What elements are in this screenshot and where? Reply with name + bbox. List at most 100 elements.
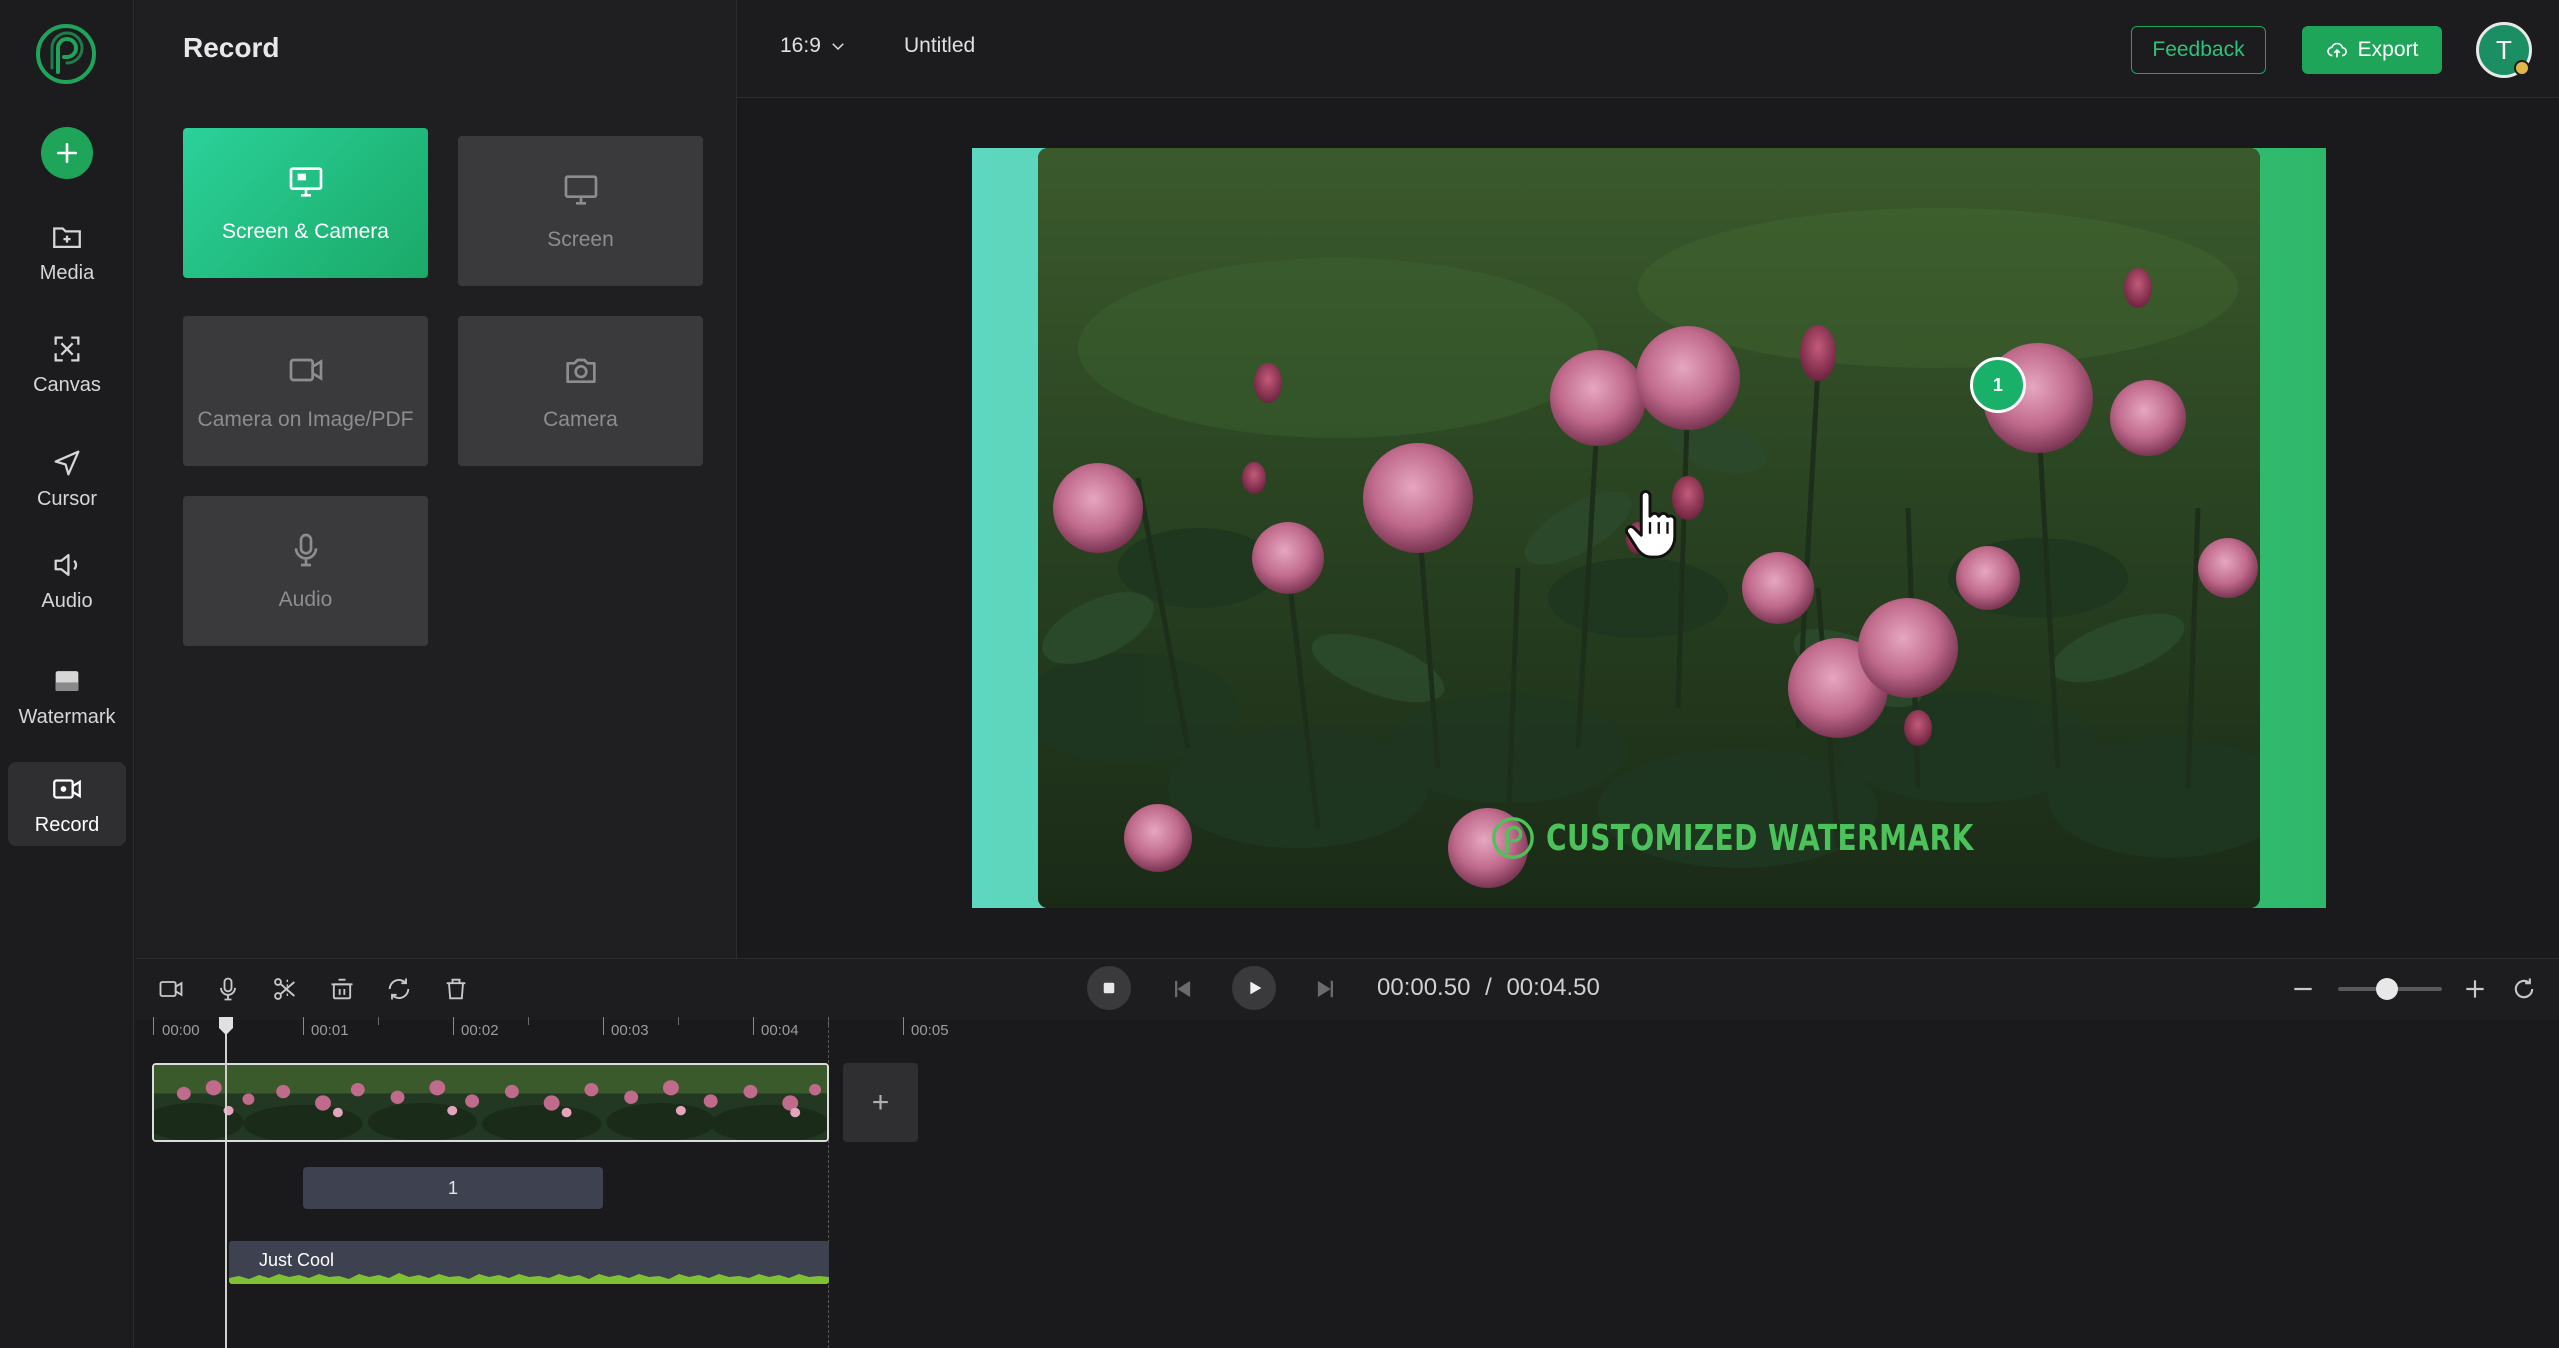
- monitor-icon: [564, 175, 597, 205]
- trim-icon: [331, 978, 353, 1000]
- ruler-label: 00:00: [162, 1022, 200, 1039]
- add-audio-button[interactable]: [210, 971, 246, 1007]
- video-camera-icon: [159, 981, 183, 997]
- video-clip[interactable]: [152, 1063, 829, 1142]
- zoom-out-button[interactable]: [2290, 976, 2316, 1002]
- feedback-button[interactable]: Feedback: [2131, 26, 2266, 74]
- record-option-camera[interactable]: Camera: [458, 316, 703, 466]
- avatar-initial: T: [2496, 34, 2512, 65]
- sidebar-item-label: Canvas: [33, 373, 101, 396]
- audio-waveform: [229, 1273, 829, 1284]
- play-icon: [1250, 981, 1262, 995]
- audio-clip[interactable]: Just Cool: [229, 1241, 829, 1284]
- add-clip-button[interactable]: +: [843, 1063, 918, 1142]
- record-option-camera-on-image[interactable]: Camera on Image/PDF: [183, 316, 428, 466]
- record-option-label: Audio: [278, 588, 333, 611]
- new-project-button[interactable]: [41, 127, 93, 179]
- click-marker-badge[interactable]: 1: [1970, 357, 2026, 413]
- sidebar-item-record[interactable]: Record: [8, 762, 126, 846]
- canvas-expand-icon: [54, 336, 80, 361]
- sidebar-item-label: Cursor: [36, 487, 97, 510]
- skip-forward-button[interactable]: [1312, 975, 1340, 1003]
- watermark-overlay[interactable]: CUSTOMIZED WATERMARK: [1490, 815, 2094, 861]
- plus-icon: [2466, 980, 2484, 998]
- ruler-tick: [453, 1017, 454, 1035]
- delete-button[interactable]: [438, 971, 474, 1007]
- sidebar-item-watermark[interactable]: Watermark: [8, 654, 126, 738]
- ruler-tick: [153, 1017, 154, 1035]
- record-option-screen[interactable]: Screen: [458, 136, 703, 286]
- export-label: Export: [2357, 38, 2419, 61]
- microphone-icon: [220, 977, 236, 1001]
- zoom-in-button[interactable]: [2462, 976, 2488, 1002]
- screen-camera-icon: [289, 167, 322, 197]
- scissors-icon: [274, 978, 295, 1000]
- cursor-arrow-icon: [54, 450, 80, 475]
- sidebar-item-label: Watermark: [18, 705, 116, 728]
- minus-icon: [2294, 987, 2312, 991]
- record-option-label: Screen: [547, 228, 614, 251]
- skip-previous-icon: [1175, 980, 1191, 998]
- current-time: 00:00.50: [1377, 974, 1471, 1001]
- cloud-upload-icon: [2326, 42, 2347, 58]
- trim-button[interactable]: [324, 971, 360, 1007]
- hand-cursor-icon: [1620, 490, 1680, 560]
- microphone-icon: [294, 533, 317, 567]
- skip-back-button[interactable]: [1168, 975, 1196, 1003]
- record-option-screen-camera[interactable]: Screen & Camera: [183, 128, 428, 278]
- click-marker-clip[interactable]: 1: [303, 1167, 603, 1209]
- ruler-label: 00:04: [761, 1022, 799, 1039]
- add-video-button[interactable]: [153, 971, 189, 1007]
- ruler-label: 00:01: [311, 1022, 349, 1039]
- play-button[interactable]: [1232, 966, 1276, 1010]
- ruler-tick: [303, 1017, 304, 1035]
- stop-button[interactable]: [1087, 966, 1131, 1010]
- watermark-logo-icon: [1492, 817, 1534, 859]
- video-camera-icon: [289, 358, 322, 382]
- aspect-ratio-dropdown[interactable]: 16:9: [780, 34, 847, 58]
- total-time: 00:04.50: [1506, 974, 1600, 1001]
- ruler-tick: [678, 1017, 679, 1025]
- fit-timeline-button[interactable]: [2510, 975, 2538, 1003]
- avatar-status-badge: [2514, 60, 2530, 76]
- watermark-icon: [55, 670, 79, 691]
- playhead-handle[interactable]: [218, 1016, 234, 1036]
- ruler-label: 00:02: [461, 1022, 499, 1039]
- split-button[interactable]: [267, 971, 303, 1007]
- sidebar-item-cursor[interactable]: Cursor: [8, 436, 126, 520]
- record-option-label: Screen & Camera: [222, 220, 389, 243]
- time-readout: 00:00.50 / 00:04.50: [1377, 974, 1600, 1002]
- record-option-label: Camera on Image/PDF: [197, 408, 414, 431]
- sidebar-item-audio[interactable]: Audio: [8, 538, 126, 622]
- ruler-tick: [753, 1017, 754, 1035]
- watermark-text: CUSTOMIZED WATERMARK: [1546, 817, 1974, 859]
- record-option-audio[interactable]: Audio: [183, 496, 428, 646]
- speaker-icon: [54, 553, 78, 576]
- ruler-tick: [378, 1017, 379, 1025]
- sidebar-item-label: Media: [39, 261, 95, 284]
- sidebar-item-media[interactable]: Media: [8, 210, 126, 294]
- chevron-down-icon: [832, 43, 844, 51]
- zoom-slider-handle[interactable]: [2376, 978, 2398, 1000]
- aspect-ratio-value: 16:9: [780, 34, 821, 57]
- export-button[interactable]: Export: [2302, 26, 2442, 74]
- plus-icon: [57, 143, 77, 163]
- media-folder-icon: [53, 226, 81, 248]
- record-option-label: Camera: [543, 408, 618, 431]
- photo-camera-icon: [565, 358, 596, 383]
- sidebar-item-label: Audio: [41, 589, 93, 612]
- video-filmstrip: [154, 1065, 827, 1140]
- sidebar-item-label: Record: [34, 813, 100, 836]
- app-logo-icon[interactable]: [34, 22, 98, 86]
- ruler-label: 00:05: [911, 1022, 949, 1039]
- refresh-icon: [388, 978, 410, 1000]
- sidebar-item-canvas[interactable]: Canvas: [8, 322, 126, 406]
- project-title[interactable]: Untitled: [904, 34, 975, 58]
- time-separator: /: [1485, 974, 1492, 1001]
- ruler-label: 00:03: [611, 1022, 649, 1039]
- playhead-line[interactable]: [225, 1030, 227, 1348]
- trash-icon: [446, 978, 466, 1000]
- replace-button[interactable]: [381, 971, 417, 1007]
- top-bar: [737, 0, 2559, 98]
- panel-title: Record: [183, 32, 280, 63]
